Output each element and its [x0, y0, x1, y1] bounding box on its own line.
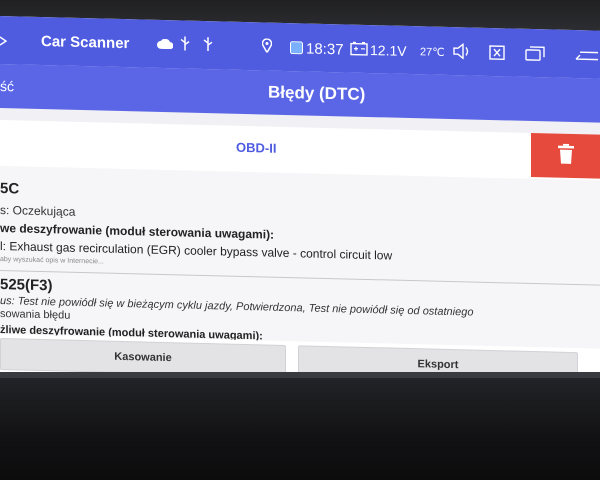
delete-button[interactable]	[531, 132, 600, 179]
head-unit-screen: Car Scanner 18:37 12.1V 27℃ ść Błędy (DT…	[0, 16, 600, 389]
page-title: Błędy (DTC)	[268, 82, 366, 104]
menu-edge-icon[interactable]	[0, 36, 8, 46]
clock: 18:37	[306, 40, 344, 59]
dtc-code: 5C	[0, 180, 20, 198]
temperature-readout: 27℃	[420, 46, 445, 59]
dtc-list: 5C s: Oczekująca we deszyfrowanie (moduł…	[0, 166, 600, 361]
dtc-search-hint[interactable]: aby wyszukać opis w Internecie...	[0, 256, 104, 266]
back-label[interactable]: ść	[0, 78, 14, 94]
volume-icon[interactable]	[452, 43, 472, 60]
dtc-status: s: Oczekująca	[0, 203, 76, 219]
cloud-icon	[157, 38, 173, 50]
device-bezel-edge	[0, 372, 600, 378]
tab-obd-ii[interactable]: OBD-II	[236, 140, 276, 156]
divider	[0, 270, 600, 286]
voltage-readout: 12.1V	[370, 42, 407, 59]
app-name: Car Scanner	[41, 33, 130, 53]
dtc-status: us: Test nie powiódł się w bieżącym cykl…	[0, 295, 474, 319]
usb-icon	[180, 36, 190, 51]
close-box-icon[interactable]	[489, 45, 505, 61]
dtc-decoding-heading: we deszyfrowanie (moduł sterowania uwaga…	[0, 221, 275, 242]
recent-apps-icon[interactable]	[525, 46, 545, 61]
signal-square-icon	[290, 41, 303, 55]
battery-icon	[350, 41, 368, 56]
trash-icon	[557, 143, 574, 168]
device-bezel-bottom	[0, 372, 600, 480]
usb-icon	[203, 37, 213, 52]
location-icon	[262, 38, 272, 53]
dtc-status-continued: sowania błędu	[0, 308, 71, 322]
dtc-code: 525(F3)	[0, 276, 53, 295]
back-arrow-icon[interactable]	[574, 49, 598, 64]
